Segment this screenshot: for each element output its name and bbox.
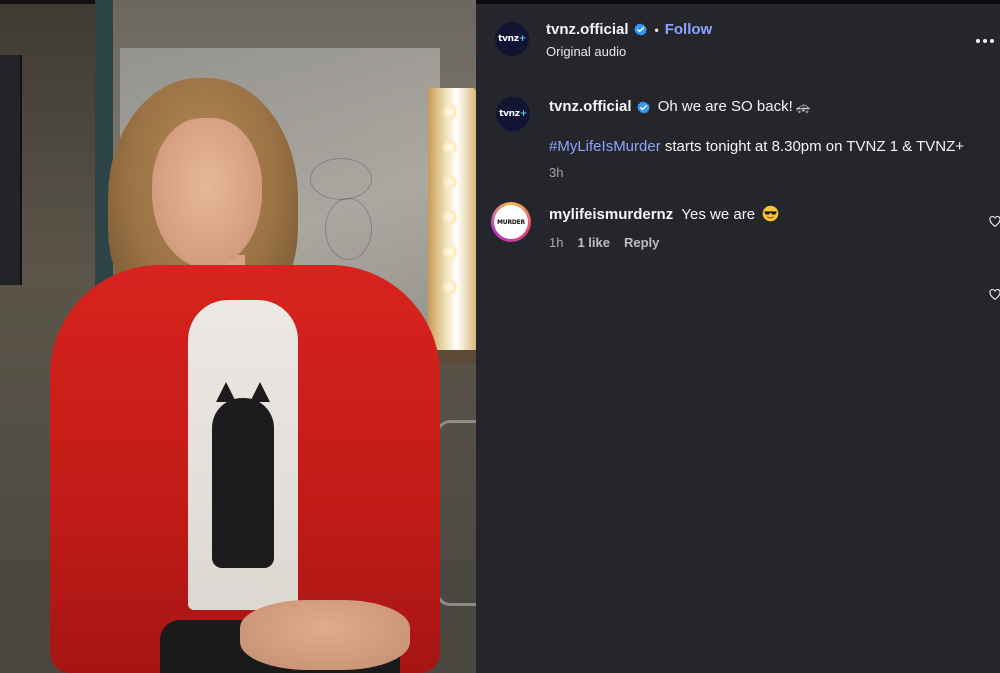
audio-label[interactable]: Original audio [546,44,626,59]
separator-dot: • [654,22,659,37]
caption-timestamp[interactable]: 3h [549,163,563,183]
heart-icon[interactable] [989,216,1000,227]
caption-text: Oh we are SO back! [657,98,793,115]
mirror-bulb [443,280,457,294]
post-header: tvnz.official • Follow [546,21,712,38]
caption-text-rest: starts tonight at 8.30pm on TVNZ 1 & TVN… [660,138,965,155]
person-hands [240,600,410,670]
author-avatar[interactable]: tvnz+ [495,22,529,56]
mirror-bulb [443,210,457,224]
shirt-cat-print [212,398,274,568]
commenter-avatar-inner: MURDER [494,205,528,239]
whiteboard-scribble [310,158,372,200]
commenter-username[interactable]: mylifeismurdernz [549,206,673,223]
video-player[interactable] [0,0,476,673]
comment-timestamp[interactable]: 1h [549,235,563,250]
verified-badge-icon [636,101,650,113]
mirror-bulb [443,140,457,154]
comment-like-count[interactable]: 1 like [577,235,610,250]
heart-icon[interactable] [989,289,1000,300]
background-monitor [0,55,22,285]
caption-author-username[interactable]: tvnz.official [549,97,650,117]
panel-top-strip [476,0,1000,4]
mirror-bulb [443,175,457,189]
caption-line-2: #MyLifeIsMurder starts tonight at 8.30pm… [549,137,964,157]
comment-text: Yes we are [681,206,756,223]
avatar-logo: tvnz+ [498,34,526,44]
person-face [152,118,262,268]
author-username[interactable]: tvnz.official [546,21,629,38]
commenter-avatar-logo: MURDER [497,218,525,226]
whiteboard-scribble [325,198,372,260]
comment-meta: 1h 1 like Reply [549,235,659,250]
reply-button[interactable]: Reply [624,235,659,250]
police-car-emoji: 🚓 [795,100,811,114]
comment-item: mylifeismurdernz Yes we are [549,205,779,223]
commenter-avatar[interactable]: MURDER [491,202,531,242]
verified-badge-icon [633,23,647,36]
hashtag-link[interactable]: #MyLifeIsMurder [549,138,661,155]
background-chair [436,420,476,606]
avatar-logo: tvnz+ [499,109,527,119]
more-options-icon[interactable] [976,36,1000,46]
caption-author-avatar[interactable]: tvnz+ [496,97,530,131]
post-caption: tvnz.official Oh we are SO back! 🚓 #MyLif… [549,97,989,180]
follow-button[interactable]: Follow [665,21,713,38]
mirror-bulb [443,105,457,119]
mirror-bulb [443,245,457,259]
post-side-panel: tvnz+ tvnz.official • Follow Original au… [476,0,1000,673]
sunglasses-emoji [762,205,779,222]
